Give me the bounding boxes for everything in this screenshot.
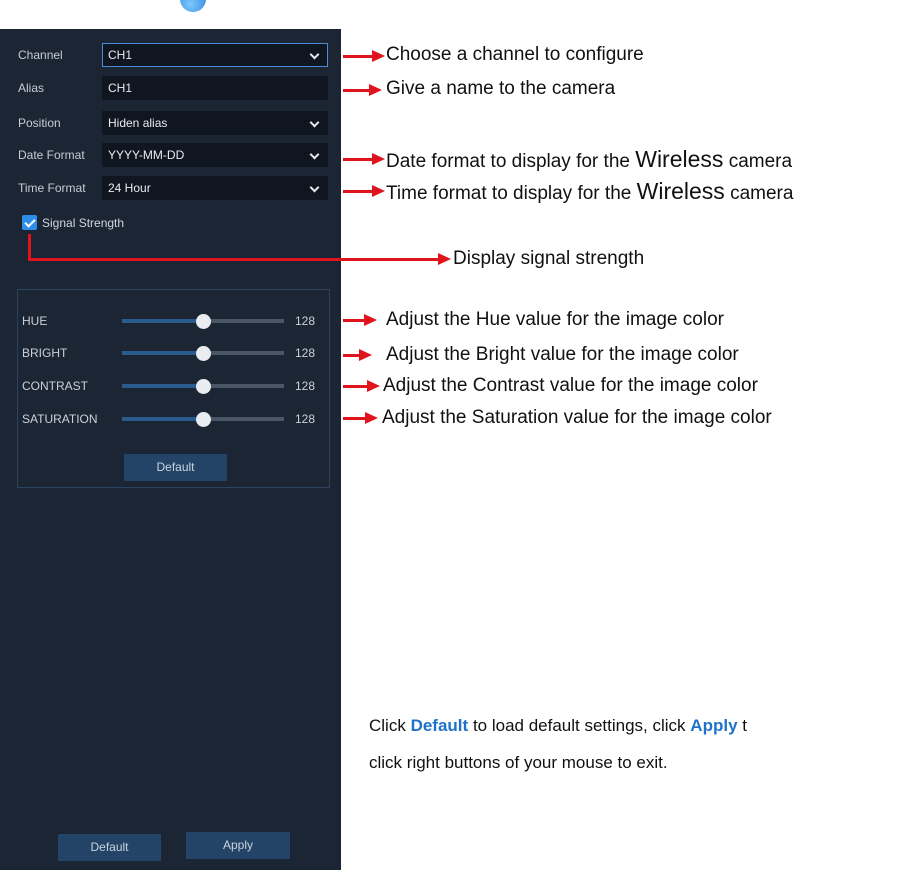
bright-arrow [343,349,372,361]
bright-annotation: Adjust the Bright value for the image co… [386,344,739,365]
channel-select[interactable]: CH1 [102,43,328,67]
date-format-label: Date Format [18,148,85,162]
contrast-slider-row: CONTRAST 128 [18,376,331,396]
alias-annotation: Give a name to the camera [386,78,616,99]
note-text-2: to load default settings, click [472,716,686,735]
time-annotation-prefix: Time format to display for the [386,183,632,204]
image-settings-group: HUE 128 BRIGHT 128 CONTRAST 128 SATURATI… [17,289,330,488]
date-annotation-suffix: camera [728,151,793,172]
contrast-value: 128 [295,379,316,393]
time-format-label: Time Format [18,181,86,195]
hue-slider-handle[interactable] [196,314,211,329]
signal-arrow [28,253,451,265]
bright-slider-row: BRIGHT 128 [18,343,331,363]
date-format-annotation: Date format to display for the Wireless … [386,146,792,173]
position-label: Position [18,116,61,130]
signal-annotation: Display signal strength [453,248,645,269]
saturation-annotation: Adjust the Saturation value for the imag… [382,407,772,428]
note-keyword-default: Default [410,716,469,735]
signal-connector-line [28,234,31,260]
hue-annotation: Adjust the Hue value for the image color [386,309,724,330]
alias-arrow [343,84,382,96]
alias-input[interactable]: CH1 [102,76,328,100]
signal-strength-checkbox[interactable] [22,215,37,230]
signal-strength-label: Signal Strength [42,216,125,230]
time-format-row: Time Format 24 Hour [0,176,341,200]
hue-label: HUE [22,314,48,328]
bright-value: 128 [295,346,316,360]
contrast-label: CONTRAST [22,379,88,393]
saturation-value: 128 [295,412,316,426]
image-default-button[interactable]: Default [124,454,227,481]
alias-row: Alias CH1 [0,76,341,100]
apply-button[interactable]: Apply [186,832,290,859]
channel-label: Channel [18,48,63,62]
time-format-annotation: Time format to display for the Wireless … [386,178,793,205]
channel-row: Channel CH1 [0,43,341,67]
contrast-slider-handle[interactable] [196,379,211,394]
date-annotation-prefix: Date format to display for the [386,151,630,172]
time-format-select[interactable]: 24 Hour [102,176,328,200]
position-select[interactable]: Hiden alias [102,111,328,135]
date-annotation-word: Wireless [635,146,724,172]
bright-label: BRIGHT [22,346,68,360]
time-annotation-suffix: camera [730,183,794,204]
saturation-label: SATURATION [22,412,98,426]
channel-annotation: Choose a channel to configure [386,44,644,65]
saturation-arrow [343,412,378,424]
note-text-3: t [742,716,747,735]
contrast-arrow [343,380,380,392]
date-format-arrow [343,153,385,165]
instruction-line-1: Click Default to load default settings, … [369,716,747,736]
bright-slider-handle[interactable] [196,346,211,361]
saturation-slider-row: SATURATION 128 [18,409,331,429]
contrast-annotation: Adjust the Contrast value for the image … [383,375,758,396]
date-format-row: Date Format YYYY-MM-DD [0,143,341,167]
position-row: Position Hiden alias [0,111,341,135]
instruction-line-2: click right buttons of your mouse to exi… [369,753,668,772]
date-format-select[interactable]: YYYY-MM-DD [102,143,328,167]
channel-arrow [343,50,385,62]
note-text-1: Click [369,716,406,735]
hue-slider-row: HUE 128 [18,311,331,331]
globe-icon [180,0,206,12]
camera-settings-panel: Channel CH1 Alias CH1 Position Hiden ali… [0,29,341,870]
hue-arrow [343,314,377,326]
time-format-arrow [343,185,385,197]
default-button[interactable]: Default [58,834,161,861]
time-annotation-word: Wireless [636,178,725,204]
page-header-fragment [0,0,897,12]
saturation-slider-handle[interactable] [196,412,211,427]
note-keyword-apply: Apply [690,716,738,735]
hue-value: 128 [295,314,316,328]
alias-label: Alias [18,81,45,95]
